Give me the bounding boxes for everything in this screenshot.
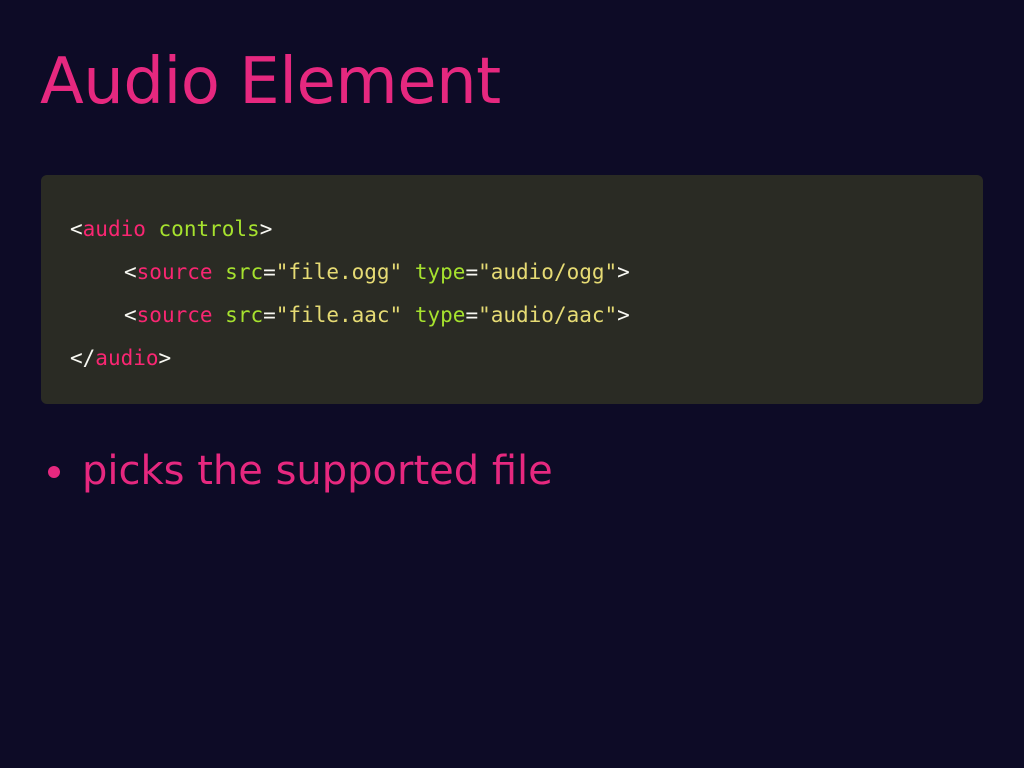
code-token: < [70, 217, 83, 241]
code-token: = [263, 303, 276, 327]
code-string: "audio/ogg" [478, 260, 618, 284]
code-tag-name: source [136, 260, 213, 284]
code-string: "file.ogg" [275, 260, 403, 284]
code-tag-name: audio [95, 346, 159, 370]
code-tag-name: audio [82, 217, 146, 241]
bullet-text: picks the supported file [82, 448, 553, 494]
slide-title: Audio Element [40, 45, 501, 119]
bullet-list: picks the supported file [40, 446, 553, 496]
code-line-4: </audio> [70, 337, 983, 380]
code-attribute: controls [158, 217, 260, 241]
code-token: = [465, 303, 479, 327]
code-line-1: <audio controls> [70, 208, 983, 251]
code-tag-name: source [136, 303, 213, 327]
code-token: > [259, 217, 273, 241]
code-string: "file.aac" [275, 303, 403, 327]
code-token: </ [70, 346, 96, 370]
code-attribute: src [225, 260, 264, 284]
code-token: = [465, 260, 479, 284]
code-attribute: type [414, 303, 466, 327]
code-attribute: type [414, 260, 466, 284]
code-token: > [617, 260, 630, 284]
code-token: = [263, 260, 276, 284]
bullet-dot-icon [48, 466, 60, 478]
code-block: <audio controls> <source src="file.ogg" … [41, 175, 983, 404]
list-item: picks the supported file [40, 446, 553, 496]
code-token: > [158, 346, 172, 370]
code-token: < [124, 303, 137, 327]
code-line-3: <source src="file.aac" type="audio/aac"> [70, 294, 983, 337]
code-token: > [617, 303, 630, 327]
code-attribute: src [225, 303, 264, 327]
code-line-2: <source src="file.ogg" type="audio/ogg"> [70, 251, 983, 294]
code-token: < [124, 260, 137, 284]
code-string: "audio/aac" [478, 303, 618, 327]
